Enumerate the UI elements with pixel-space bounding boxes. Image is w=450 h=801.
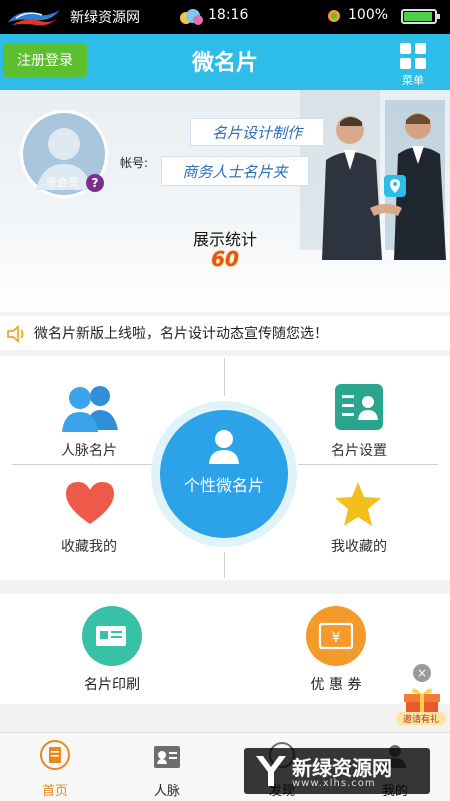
grid-divider xyxy=(224,552,225,578)
invite-gift-label[interactable]: 邀请有礼 xyxy=(396,712,446,725)
member-status-badge: 非会员 xyxy=(46,176,79,189)
contacts-people-icon[interactable] xyxy=(58,382,120,432)
watermark-logo xyxy=(256,756,286,786)
close-icon[interactable]: × xyxy=(413,664,431,682)
site-logo-icon xyxy=(8,10,60,26)
alarm-icon xyxy=(328,10,340,22)
menu-label[interactable]: 菜单 xyxy=(396,72,430,88)
slogan-card-design: 名片设计制作 xyxy=(190,118,324,146)
watermark-url: www.xlhs.com xyxy=(292,778,376,789)
display-stats-count: 60 xyxy=(211,247,239,271)
contacts-card-icon[interactable] xyxy=(152,742,182,772)
card-settings-label[interactable]: 名片设置 xyxy=(299,440,419,460)
svg-text:¥: ¥ xyxy=(332,630,341,646)
announcement-text: 微名片新版上线啦，名片设计动态宣传随您选！ xyxy=(34,326,328,342)
location-pin-icon[interactable] xyxy=(384,175,406,197)
speaker-icon xyxy=(7,325,24,343)
my-favorites-label[interactable]: 我收藏的 xyxy=(299,536,419,556)
person-icon xyxy=(209,430,239,464)
heart-icon[interactable] xyxy=(64,480,116,526)
weather-cloud-icon xyxy=(180,9,203,25)
contacts-cards-label[interactable]: 人脉名片 xyxy=(29,440,149,460)
site-name: 新绿资源网 xyxy=(70,10,140,26)
help-question-icon[interactable]: ? xyxy=(86,174,104,192)
card-settings-icon[interactable] xyxy=(333,382,385,432)
grid-divider xyxy=(12,464,152,465)
card-print-label[interactable]: 名片印刷 xyxy=(52,674,172,694)
status-bar: 新绿资源网 18:16 100% xyxy=(0,0,450,34)
menu-grid-icon[interactable] xyxy=(399,42,427,70)
nav-home-label[interactable]: 首页 xyxy=(25,780,85,799)
coupon-icon: ¥ xyxy=(318,622,354,650)
favorited-me-label[interactable]: 收藏我的 xyxy=(29,536,149,556)
grid-divider xyxy=(224,358,225,396)
personal-card-label[interactable]: 个性微名片 xyxy=(160,472,288,496)
page-title: 微名片 xyxy=(191,51,258,76)
star-icon[interactable] xyxy=(332,480,384,528)
card-print-icon xyxy=(96,626,126,646)
account-label: 帐号: xyxy=(120,156,149,170)
watermark-text: 新绿资源网 xyxy=(292,756,392,780)
battery-icon xyxy=(401,9,440,24)
coupon-label[interactable]: 优 惠 券 xyxy=(276,674,396,694)
grid-divider xyxy=(298,464,438,465)
clock-time: 18:16 xyxy=(208,7,249,23)
nav-contacts-label[interactable]: 人脉 xyxy=(137,780,197,799)
home-doc-icon[interactable] xyxy=(40,740,70,770)
slogan-business-cardholder: 商务人士名片夹 xyxy=(161,156,309,186)
battery-percent: 100% xyxy=(348,7,389,23)
